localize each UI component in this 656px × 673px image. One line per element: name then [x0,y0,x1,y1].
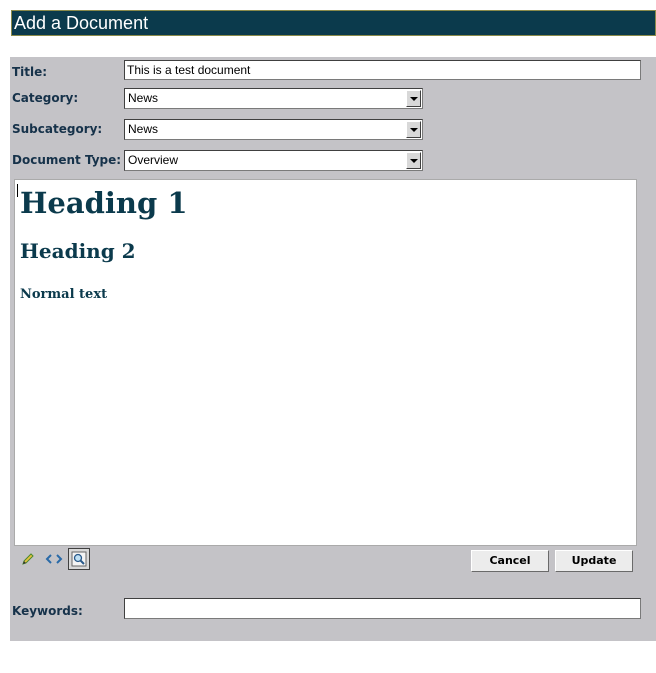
keywords-label: Keywords: [12,604,83,618]
chevron-down-icon[interactable] [406,90,421,107]
preview-icon [71,551,87,567]
category-label: Category: [12,91,79,105]
document-form: Title: This is a test document Category:… [10,57,656,641]
title-input[interactable]: This is a test document [124,60,641,80]
chevron-down-icon[interactable] [406,121,421,138]
chevron-down-icon[interactable] [406,152,421,169]
subcategory-value: News [128,122,159,136]
subcategory-select[interactable]: News [124,119,423,140]
doctype-label: Document Type: [12,153,122,167]
preview-mode-button[interactable] [68,548,90,570]
subcategory-label: Subcategory: [12,122,103,136]
doctype-select[interactable]: Overview [124,150,423,171]
code-icon [45,554,63,564]
html-mode-button[interactable] [43,548,65,570]
editor-heading-2[interactable]: Heading 2 [20,239,136,263]
category-select[interactable]: News [124,88,423,109]
category-value: News [128,91,159,105]
cancel-button[interactable]: Cancel [471,550,549,572]
editor-normal-text[interactable]: Normal text [20,287,107,302]
title-label: Title: [12,65,48,79]
keywords-input[interactable] [124,598,641,619]
doctype-value: Overview [128,153,179,167]
rich-text-editor[interactable]: Heading 1 Heading 2 Normal text [14,179,637,546]
editor-heading-1[interactable]: Heading 1 [20,186,188,220]
text-cursor [17,184,18,197]
pencil-icon [22,553,34,565]
design-mode-button[interactable] [17,548,39,570]
update-button[interactable]: Update [555,550,633,572]
page-title: Add a Document [11,10,656,36]
